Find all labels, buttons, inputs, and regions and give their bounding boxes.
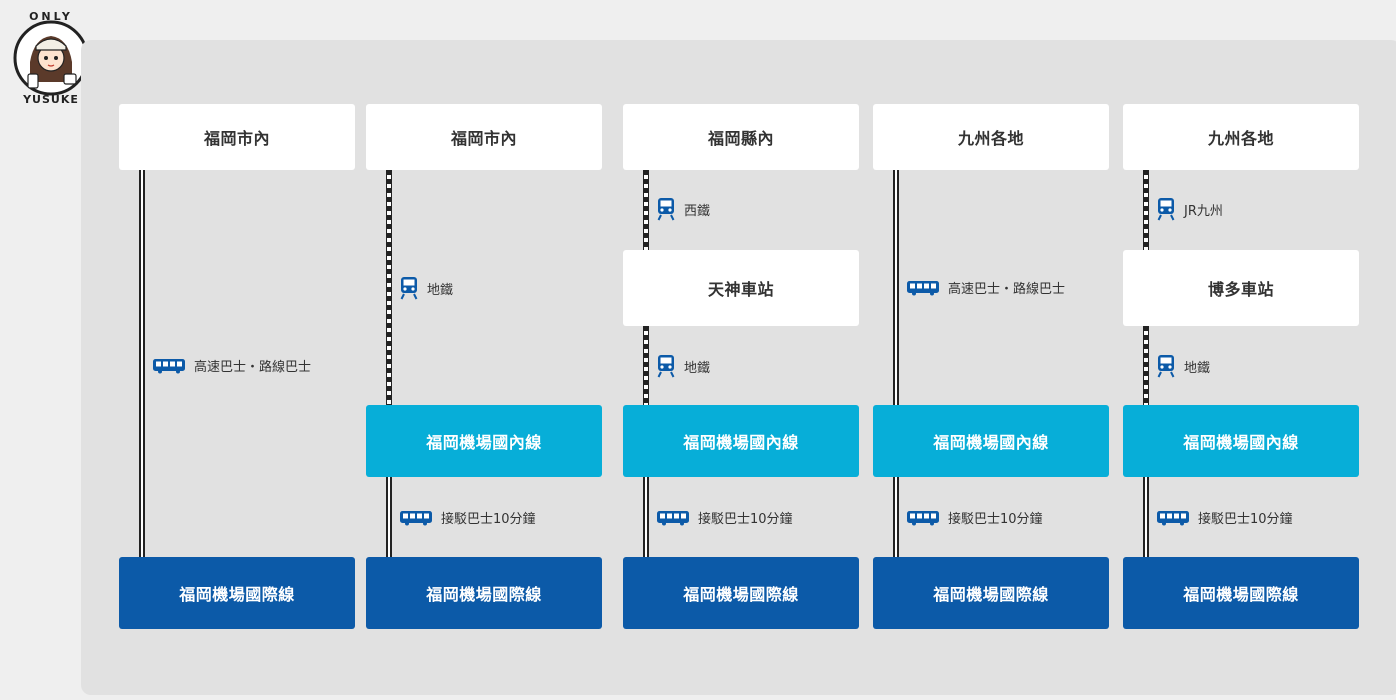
origin-box: 九州各地 [1123, 104, 1359, 170]
train-icon [1156, 354, 1176, 378]
international-terminal-box: 福岡機場國際線 [119, 557, 355, 629]
transport-train: JR九州 [1156, 197, 1223, 221]
transport-label: 西鐵 [684, 203, 711, 219]
route-line-rail [1143, 170, 1149, 250]
route-line-rail [386, 170, 392, 405]
transport-label: JR九州 [1184, 203, 1223, 219]
transport-train: 地鐵 [1156, 354, 1210, 378]
transport-bus: 高速巴士・路線巴士 [152, 356, 311, 375]
route-column-4: 九州各地 高速巴士・路線巴士 福岡機場國內線 接駁巴士10分鐘 福岡機場國際線 [873, 0, 1109, 700]
domestic-terminal-box: 福岡機場國內線 [1123, 405, 1359, 477]
origin-box: 福岡市內 [119, 104, 355, 170]
transport-shuttle: 接駁巴士10分鐘 [1156, 508, 1293, 527]
transport-train: 地鐵 [656, 354, 710, 378]
origin-box: 福岡縣內 [623, 104, 859, 170]
train-icon [399, 276, 419, 300]
transport-label: 地鐵 [1184, 360, 1211, 376]
route-column-3: 福岡縣內 西鐵 天神車站 地鐵 福岡機場國內線 接駁巴士10分鐘 福岡機場國際線 [623, 0, 859, 700]
international-terminal-box: 福岡機場國際線 [623, 557, 859, 629]
transport-label: 接駁巴士10分鐘 [698, 512, 793, 527]
international-terminal-box: 福岡機場國際線 [1123, 557, 1359, 629]
transport-label: 高速巴士・路線巴士 [194, 360, 312, 375]
train-icon [1156, 197, 1176, 221]
transport-train: 地鐵 [399, 276, 453, 300]
route-line-rail [643, 326, 649, 406]
bus-icon [1156, 510, 1190, 526]
transport-label: 接駁巴士10分鐘 [948, 512, 1043, 527]
transport-shuttle: 接駁巴士10分鐘 [399, 508, 536, 527]
transport-label: 地鐵 [684, 360, 711, 376]
bus-icon [906, 280, 940, 296]
station-box: 博多車站 [1123, 250, 1359, 326]
train-icon [656, 197, 676, 221]
route-line-rail [643, 170, 649, 250]
transport-label: 接駁巴士10分鐘 [441, 512, 536, 527]
station-box: 天神車站 [623, 250, 859, 326]
logo-bottom-text: YUSUKE [22, 93, 79, 104]
route-line [139, 170, 145, 557]
domestic-terminal-box: 福岡機場國內線 [366, 405, 602, 477]
bus-icon [399, 510, 433, 526]
transport-shuttle: 接駁巴士10分鐘 [656, 508, 793, 527]
origin-box: 九州各地 [873, 104, 1109, 170]
transport-bus: 高速巴士・路線巴士 [906, 278, 1065, 297]
route-line [893, 170, 899, 405]
transport-train: 西鐵 [656, 197, 710, 221]
route-line-shuttle [643, 477, 649, 557]
domestic-terminal-box: 福岡機場國內線 [873, 405, 1109, 477]
origin-box: 福岡市內 [366, 104, 602, 170]
route-column-1: 福岡市內 高速巴士・路線巴士 福岡機場國際線 [119, 0, 355, 700]
domestic-terminal-box: 福岡機場國內線 [623, 405, 859, 477]
route-column-2: 福岡市內 地鐵 福岡機場國內線 接駁巴士10分鐘 福岡機場國際線 [366, 0, 602, 700]
transport-label: 接駁巴士10分鐘 [1198, 512, 1293, 527]
transport-label: 地鐵 [427, 282, 454, 298]
bus-icon [152, 358, 186, 374]
train-icon [656, 354, 676, 378]
bus-icon [656, 510, 690, 526]
international-terminal-box: 福岡機場國際線 [873, 557, 1109, 629]
route-line-rail [1143, 326, 1149, 406]
route-line-shuttle [386, 477, 392, 557]
international-terminal-box: 福岡機場國際線 [366, 557, 602, 629]
bus-icon [906, 510, 940, 526]
transport-label: 高速巴士・路線巴士 [948, 282, 1066, 297]
transport-shuttle: 接駁巴士10分鐘 [906, 508, 1043, 527]
route-line-shuttle [893, 477, 899, 557]
route-line-shuttle [1143, 477, 1149, 557]
route-column-5: 九州各地 JR九州 博多車站 地鐵 福岡機場國內線 接駁巴士10分鐘 福岡機場國… [1123, 0, 1359, 700]
